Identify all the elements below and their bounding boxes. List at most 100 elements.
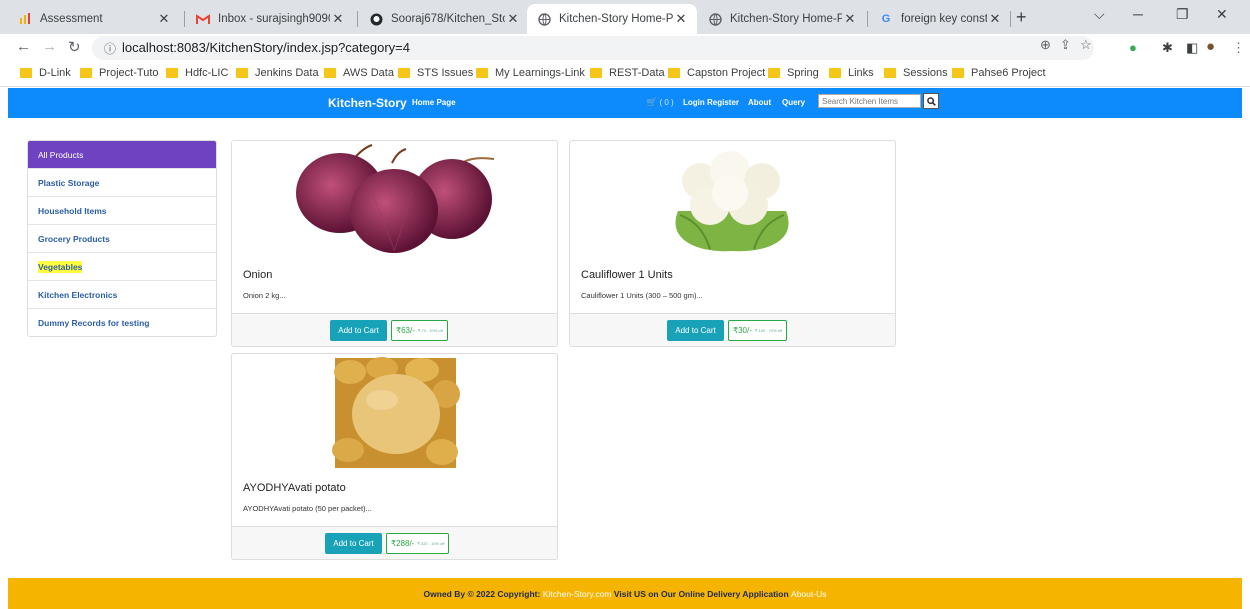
price: ₹288/- <box>391 539 415 548</box>
tab-title: Kitchen-Story Home-Page <box>730 13 842 25</box>
cart-link[interactable]: 🛒 ( 0 ) <box>646 97 674 108</box>
search-button[interactable] <box>923 93 939 109</box>
bookmark[interactable]: Hdfc-LIC <box>166 67 228 79</box>
folder-icon <box>590 68 602 78</box>
register-link[interactable]: Register <box>707 98 739 107</box>
bookmark[interactable]: Project-Tuto <box>80 67 159 79</box>
browser-tab[interactable]: Inbox - surajsingh9090@gm ✕ <box>186 4 354 34</box>
new-tab-icon[interactable]: + <box>1016 7 1027 28</box>
folder-icon <box>668 68 680 78</box>
tab-divider <box>184 11 185 27</box>
query-link[interactable]: Query <box>782 98 805 107</box>
bookmark[interactable]: My Learnings-Link <box>476 67 585 79</box>
close-icon[interactable]: ✕ <box>673 11 689 27</box>
bookmark[interactable]: Links <box>829 67 874 79</box>
tab-divider <box>867 11 868 27</box>
puzzle-icon[interactable]: ✱ <box>1162 40 1173 56</box>
product-name: Onion <box>243 269 273 281</box>
price: ₹63/- <box>396 326 415 335</box>
sidebar-item-kitchen-electronics[interactable]: Kitchen Electronics <box>28 280 216 308</box>
bookmark[interactable]: AWS Data <box>324 67 394 79</box>
browser-tab[interactable]: Sooraj678/Kitchen_Story: Pl ✕ <box>359 4 529 34</box>
product-name: AYODHYAvati potato <box>243 482 346 494</box>
close-icon[interactable]: ✕ <box>842 11 858 27</box>
window-close-icon[interactable]: ✕ <box>1216 6 1228 23</box>
browser-tab[interactable]: G foreign key constraint in sq ✕ <box>869 4 1011 34</box>
site-navbar: Kitchen-Story Home Page 🛒 ( 0 ) Login Re… <box>8 88 1242 118</box>
bookmark-star-icon[interactable]: ☆ <box>1080 37 1092 53</box>
close-icon[interactable]: ✕ <box>330 11 346 27</box>
sidebar-item-plastic-storage[interactable]: Plastic Storage <box>28 168 216 196</box>
side-panel-icon[interactable]: ◧ <box>1186 40 1198 56</box>
add-to-cart-button[interactable]: Add to Cart <box>667 320 724 341</box>
info-icon[interactable]: ⓘ <box>104 40 116 57</box>
folder-icon <box>768 68 780 78</box>
sidebar-item-dummy-records[interactable]: Dummy Records for testing <box>28 308 216 336</box>
brand-link[interactable]: Kitchen-Story <box>328 96 407 110</box>
bookmark[interactable]: STS Issues <box>398 67 473 79</box>
extension-icon[interactable]: ● <box>1129 40 1137 55</box>
footer-message: Visit US on Our Online Delivery Applicat… <box>613 588 789 599</box>
bookmark[interactable]: D-Link <box>20 67 71 79</box>
sidebar-item-label: Vegetables <box>38 260 83 273</box>
browser-tab[interactable]: Assessment ✕ <box>8 4 180 34</box>
minimize-icon[interactable]: ─ <box>1133 6 1143 22</box>
old-price: ₹ 100 , 70% off <box>754 328 783 333</box>
address-bar[interactable]: ⓘ localhost:8083/KitchenStory/index.jsp?… <box>92 36 1094 60</box>
profile-avatar[interactable]: ● <box>1206 38 1215 55</box>
folder-icon <box>236 68 248 78</box>
close-icon[interactable]: ✕ <box>156 11 172 27</box>
login-link[interactable]: Login <box>683 98 705 107</box>
product-name: Cauliflower 1 Units <box>581 269 673 281</box>
about-us-link[interactable]: About-Us <box>791 589 826 599</box>
folder-icon <box>20 68 32 78</box>
product-description: Onion 2 kg... <box>243 291 286 300</box>
sidebar-item-household-items[interactable]: Household Items <box>28 196 216 224</box>
bookmark[interactable]: Capston Project <box>668 67 765 79</box>
browser-tab-bar: Assessment ✕ Inbox - surajsingh9090@gm ✕… <box>0 0 1250 34</box>
cart-count: ( 0 ) <box>659 98 674 107</box>
add-to-cart-button[interactable]: Add to Cart <box>325 533 382 554</box>
reload-icon[interactable]: ↻ <box>68 38 81 56</box>
close-icon[interactable]: ✕ <box>505 11 521 27</box>
sidebar-item-all-products[interactable]: All Products <box>28 141 216 168</box>
sidebar-item-vegetables[interactable]: Vegetables <box>28 252 216 280</box>
product-card: Cauliflower 1 Units Cauliflower 1 Units … <box>569 140 896 347</box>
folder-icon <box>884 68 896 78</box>
search-input[interactable] <box>818 94 921 108</box>
product-card: Onion Onion 2 kg... Add to Cart ₹63/- ₹ … <box>231 140 558 347</box>
product-footer: Add to Cart ₹63/- ₹ 70 , 10% off <box>232 313 557 346</box>
browser-tab[interactable]: Kitchen-Story Home-Page ✕ <box>698 4 866 34</box>
back-icon[interactable]: ← <box>16 38 31 55</box>
bookmark[interactable]: Spring <box>768 67 819 79</box>
site-link[interactable]: Kitchen-Story.com <box>543 589 612 599</box>
product-image <box>232 141 557 261</box>
about-link[interactable]: About <box>748 98 771 107</box>
old-price: ₹ 320 , 10% off <box>417 541 445 546</box>
share-icon[interactable]: ⇪ <box>1060 37 1071 53</box>
add-to-cart-button[interactable]: Add to Cart <box>330 320 387 341</box>
product-footer: Add to Cart ₹288/- ₹ 320 , 10% off <box>232 526 557 559</box>
bookmark[interactable]: Jenkins Data <box>236 67 319 79</box>
menu-icon[interactable]: ⋮ <box>1232 40 1245 56</box>
tab-search-icon[interactable]: ⌵ <box>1094 6 1105 23</box>
sidebar-item-grocery-products[interactable]: Grocery Products <box>28 224 216 252</box>
folder-icon <box>476 68 488 78</box>
bookmark[interactable]: Pahse6 Project <box>952 67 1046 79</box>
tab-title: Kitchen-Story Home-Page <box>559 13 673 25</box>
globe-icon <box>708 12 722 26</box>
bookmark[interactable]: Sessions <box>884 67 948 79</box>
bar-chart-icon <box>18 12 32 26</box>
price-badge: ₹30/- ₹ 100 , 70% off <box>728 320 788 341</box>
bookmark[interactable]: REST-Data <box>590 67 665 79</box>
product-image <box>232 354 557 474</box>
zoom-icon[interactable]: ⊕ <box>1040 37 1051 53</box>
close-icon[interactable]: ✕ <box>987 11 1003 27</box>
browser-tab-active[interactable]: Kitchen-Story Home-Page ✕ <box>527 4 697 34</box>
forward-icon[interactable]: → <box>42 38 57 55</box>
maximize-icon[interactable]: ❐ <box>1176 6 1189 23</box>
product-description: AYODHYAvati potato (50 per packet)... <box>243 504 372 513</box>
home-page-link[interactable]: Home Page <box>412 98 456 107</box>
price: ₹30/- <box>733 326 752 335</box>
gmail-icon <box>196 12 210 26</box>
